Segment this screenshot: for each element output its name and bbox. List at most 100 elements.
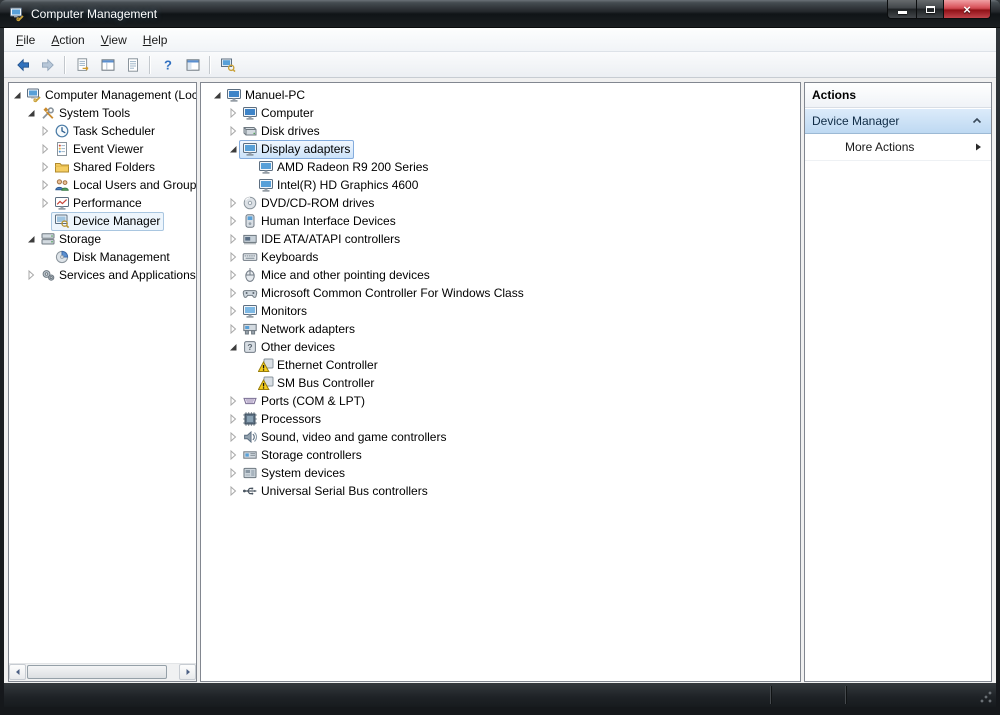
tree-item-label[interactable]: Microsoft Common Controller For Windows … [261, 286, 524, 300]
tree-item-disk-drives[interactable]: Disk drives [201, 122, 800, 140]
expand-arrow-icon[interactable] [227, 197, 239, 209]
tree-item-system-tools[interactable]: System Tools [9, 104, 196, 122]
collapse-arrow-icon[interactable] [25, 107, 37, 119]
collapse-chevron-icon[interactable] [971, 115, 983, 127]
tree-item-intel-r-hd-graphics-4600[interactable]: Intel(R) HD Graphics 4600 [201, 176, 800, 194]
tree-item-label[interactable]: Services and Applications [59, 268, 196, 282]
tree-item-human-interface-devices[interactable]: Human Interface Devices [201, 212, 800, 230]
toolbar-export-list-button[interactable] [70, 54, 95, 76]
tree-item-sm-bus-controller[interactable]: SM Bus Controller [201, 374, 800, 392]
tree-item-label[interactable]: System devices [261, 466, 345, 480]
expand-arrow-icon[interactable] [39, 179, 51, 191]
tree-item-label[interactable]: Universal Serial Bus controllers [261, 484, 428, 498]
tree-item-system-devices[interactable]: System devices [201, 464, 800, 482]
tree-item-label[interactable]: Task Scheduler [73, 124, 155, 138]
tree-item-computer-management-local[interactable]: Computer Management (Local) [9, 86, 196, 104]
tree-item-label[interactable]: Local Users and Groups [73, 178, 196, 192]
expand-arrow-icon[interactable] [227, 233, 239, 245]
tree-item-performance[interactable]: Performance [9, 194, 196, 212]
tree-item-label[interactable]: Mice and other pointing devices [261, 268, 430, 282]
tree-item-label[interactable]: System Tools [59, 106, 130, 120]
tree-item-label[interactable]: Storage controllers [261, 448, 362, 462]
expand-arrow-icon[interactable] [227, 485, 239, 497]
menu-action[interactable]: Action [43, 28, 92, 51]
tree-item-label[interactable]: Display adapters [261, 142, 350, 156]
expand-arrow-icon[interactable] [227, 287, 239, 299]
expand-arrow-icon[interactable] [227, 215, 239, 227]
tree-item-label[interactable]: Processors [261, 412, 321, 426]
tree-item-universal-serial-bus-controllers[interactable]: Universal Serial Bus controllers [201, 482, 800, 500]
title-bar[interactable]: Computer Management × [0, 0, 1000, 28]
scroll-left-button[interactable] [9, 664, 26, 680]
tree-item-label[interactable]: IDE ATA/ATAPI controllers [261, 232, 400, 246]
collapse-arrow-icon[interactable] [211, 89, 223, 101]
tree-item-storage[interactable]: Storage [9, 230, 196, 248]
tree-item-label[interactable]: Monitors [261, 304, 307, 318]
tree-item-mice-and-other-pointing-devices[interactable]: Mice and other pointing devices [201, 266, 800, 284]
tree-item-other-devices[interactable]: ?Other devices [201, 338, 800, 356]
collapse-arrow-icon[interactable] [227, 341, 239, 353]
tree-item-label[interactable]: Disk drives [261, 124, 320, 138]
scroll-right-button[interactable] [179, 664, 196, 680]
scrollbar-thumb[interactable] [27, 665, 167, 679]
tree-item-label[interactable]: DVD/CD-ROM drives [261, 196, 374, 210]
tree-item-label[interactable]: Keyboards [261, 250, 318, 264]
toolbar-back-arrow-button[interactable] [10, 54, 35, 76]
tree-item-processors[interactable]: Processors [201, 410, 800, 428]
menu-file[interactable]: File [8, 28, 43, 51]
tree-item-storage-controllers[interactable]: Storage controllers [201, 446, 800, 464]
tree-item-label[interactable]: AMD Radeon R9 200 Series [277, 160, 428, 174]
tree-item-label[interactable]: Manuel-PC [245, 88, 305, 102]
tree-item-label[interactable]: Network adapters [261, 322, 355, 336]
tree-item-label[interactable]: Ethernet Controller [277, 358, 378, 372]
tree-item-label[interactable]: Performance [73, 196, 142, 210]
menu-view[interactable]: View [93, 28, 135, 51]
tree-item-event-viewer[interactable]: Event Viewer [9, 140, 196, 158]
tree-item-display-adapters[interactable]: Display adapters [201, 140, 800, 158]
tree-item-label[interactable]: Intel(R) HD Graphics 4600 [277, 178, 418, 192]
tree-item-dvd-cd-rom-drives[interactable]: DVD/CD-ROM drives [201, 194, 800, 212]
tree-item-ethernet-controller[interactable]: Ethernet Controller [201, 356, 800, 374]
tree-item-label[interactable]: Other devices [261, 340, 335, 354]
tree-item-amd-radeon-r9-200-series[interactable]: AMD Radeon R9 200 Series [201, 158, 800, 176]
expand-arrow-icon[interactable] [227, 269, 239, 281]
actions-section-device-manager[interactable]: Device Manager [805, 108, 991, 134]
expand-arrow-icon[interactable] [39, 197, 51, 209]
collapse-arrow-icon[interactable] [227, 143, 239, 155]
tree-item-label[interactable]: Shared Folders [73, 160, 155, 174]
tree-item-label[interactable]: Ports (COM & LPT) [261, 394, 365, 408]
tree-item-device-manager[interactable]: Device Manager [9, 212, 196, 230]
tree-item-services-and-applications[interactable]: Services and Applications [9, 266, 196, 284]
toolbar-console-pane-button[interactable] [180, 54, 205, 76]
toolbar-help-button[interactable]: ? [155, 54, 180, 76]
tree-item-label[interactable]: SM Bus Controller [277, 376, 374, 390]
tree-item-ide-ata-atapi-controllers[interactable]: IDE ATA/ATAPI controllers [201, 230, 800, 248]
tree-item-ports-com-lpt[interactable]: Ports (COM & LPT) [201, 392, 800, 410]
expand-arrow-icon[interactable] [39, 161, 51, 173]
expand-arrow-icon[interactable] [227, 251, 239, 263]
toolbar-console-window-button[interactable] [95, 54, 120, 76]
tree-item-manuel-pc[interactable]: Manuel-PC [201, 86, 800, 104]
expand-arrow-icon[interactable] [39, 125, 51, 137]
minimize-button[interactable] [887, 0, 916, 19]
tree-item-monitors[interactable]: Monitors [201, 302, 800, 320]
collapse-arrow-icon[interactable] [11, 89, 23, 101]
maximize-button[interactable] [916, 0, 944, 19]
expand-arrow-icon[interactable] [227, 125, 239, 137]
expand-arrow-icon[interactable] [227, 323, 239, 335]
tree-item-keyboards[interactable]: Keyboards [201, 248, 800, 266]
toolbar-scan-hardware-button[interactable] [215, 54, 240, 76]
toolbar-forward-arrow-button[interactable] [35, 54, 60, 76]
tree-item-sound-video-and-game-controllers[interactable]: Sound, video and game controllers [201, 428, 800, 446]
toolbar-properties-doc-button[interactable] [120, 54, 145, 76]
close-button[interactable]: × [944, 0, 991, 19]
expand-arrow-icon[interactable] [227, 413, 239, 425]
collapse-arrow-icon[interactable] [25, 233, 37, 245]
resize-grip[interactable] [979, 690, 993, 704]
tree-item-label[interactable]: Computer Management (Local) [45, 88, 196, 102]
expand-arrow-icon[interactable] [227, 305, 239, 317]
expand-arrow-icon[interactable] [227, 395, 239, 407]
tree-item-label[interactable]: Event Viewer [73, 142, 143, 156]
expand-arrow-icon[interactable] [39, 143, 51, 155]
expand-arrow-icon[interactable] [25, 269, 37, 281]
